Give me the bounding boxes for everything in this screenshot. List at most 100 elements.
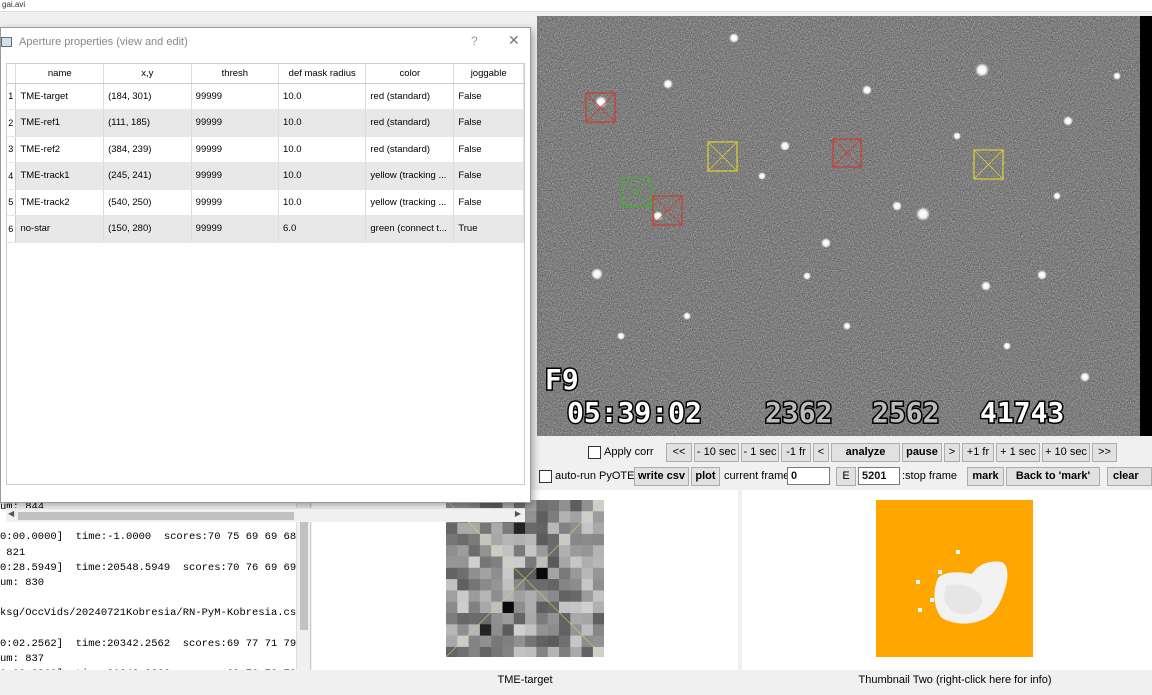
row-index: 2	[7, 109, 17, 137]
cell-color[interactable]: yellow (tracking ...	[365, 189, 455, 216]
overlay-line1: F9	[545, 363, 579, 396]
corner-header	[7, 64, 17, 84]
e-button[interactable]: E	[836, 467, 856, 486]
timestamp-overlay: F9 05:39:02 2362 2562 41743	[544, 362, 1066, 431]
header-def-mask-radius[interactable]: def mask radius	[278, 64, 367, 84]
help-icon[interactable]: ?	[471, 34, 478, 48]
clear-data-button[interactable]: clear da	[1107, 467, 1152, 486]
cell-thresh[interactable]: 99999	[191, 136, 280, 163]
cell-name[interactable]: TME-target	[15, 83, 105, 110]
step-back-button[interactable]: <	[813, 443, 829, 462]
back-10sec-button[interactable]: - 10 sec	[694, 443, 739, 462]
cell-thresh[interactable]: 99999	[191, 189, 280, 216]
table-horizontal-scrollbar[interactable]: ◀ ▶	[6, 508, 525, 522]
thumbnail-two-image	[876, 500, 1033, 657]
cell-radius[interactable]: 10.0	[278, 189, 367, 216]
close-icon[interactable]: ✕	[508, 32, 520, 49]
table-row[interactable]: 5 TME-track2 (540, 250) 99999 10.0 yello…	[7, 189, 524, 216]
forward-10sec-button[interactable]: + 10 sec	[1042, 443, 1090, 462]
cell-name[interactable]: TME-track2	[15, 189, 105, 216]
cell-radius[interactable]: 10.0	[278, 109, 367, 137]
cell-joggable[interactable]: False	[453, 189, 524, 216]
row-index: 6	[7, 215, 17, 243]
cell-thresh[interactable]: 99999	[191, 162, 280, 190]
cell-radius[interactable]: 10.0	[278, 162, 367, 190]
current-frame-input[interactable]: 0	[787, 467, 830, 485]
stop-frame-label: :stop frame	[902, 470, 958, 482]
plot-button[interactable]: plot	[691, 467, 720, 486]
table-row[interactable]: 1 TME-target (184, 301) 99999 10.0 red (…	[7, 83, 524, 110]
overlay-time: 05:39:02	[567, 396, 702, 429]
back-1sec-button[interactable]: - 1 sec	[741, 443, 779, 462]
scroll-left-icon[interactable]: ◀	[8, 509, 14, 518]
table-row[interactable]: 2 TME-ref1 (111, 185) 99999 10.0 red (st…	[7, 109, 524, 137]
mark-button[interactable]: mark	[967, 467, 1004, 486]
pause-button[interactable]: pause	[902, 443, 942, 462]
cell-name[interactable]: TME-track1	[15, 162, 105, 190]
scroll-right-icon[interactable]: ▶	[515, 509, 521, 518]
cell-xy[interactable]: (184, 301)	[103, 83, 192, 110]
cell-joggable[interactable]: False	[453, 162, 524, 190]
video-frame-display[interactable]: F9 05:39:02 2362 2562 41743	[537, 16, 1152, 436]
cell-joggable[interactable]: False	[453, 83, 524, 110]
header-thresh[interactable]: thresh	[191, 64, 280, 84]
back-1frame-button[interactable]: -1 fr	[781, 443, 811, 462]
cell-color[interactable]: green (connect t...	[365, 215, 455, 243]
cell-name[interactable]: TME-ref1	[15, 109, 105, 137]
step-forward-button[interactable]: >	[944, 443, 960, 462]
forward-all-button[interactable]: >>	[1092, 443, 1117, 462]
aperture-properties-dialog[interactable]: Aperture properties (view and edit) ? ✕ …	[0, 27, 531, 522]
cell-radius[interactable]: 6.0	[278, 215, 367, 243]
cell-radius[interactable]: 10.0	[278, 136, 367, 163]
dialog-title: Aperture properties (view and edit)	[19, 36, 188, 48]
dialog-title-bar[interactable]: Aperture properties (view and edit) ? ✕	[1, 28, 530, 56]
cell-xy[interactable]: (111, 185)	[103, 109, 192, 137]
apply-corr-checkbox[interactable]	[588, 446, 601, 459]
cell-joggable[interactable]: False	[453, 136, 524, 163]
cell-thresh[interactable]: 99999	[191, 83, 280, 110]
overlay-field2: 2562	[872, 396, 939, 429]
cell-color[interactable]: red (standard)	[365, 83, 455, 110]
cell-name[interactable]: TME-ref2	[15, 136, 105, 163]
top-strip-text: gai.avi	[2, 0, 26, 9]
row-index: 5	[7, 189, 17, 216]
cell-xy[interactable]: (150, 280)	[103, 215, 192, 243]
forward-1sec-button[interactable]: + 1 sec	[996, 443, 1040, 462]
cell-color[interactable]: red (standard)	[365, 109, 455, 137]
write-csv-button[interactable]: write csv	[634, 467, 689, 486]
back-to-mark-button[interactable]: Back to 'mark'	[1006, 467, 1100, 486]
cell-xy[interactable]: (540, 250)	[103, 189, 192, 216]
table-row[interactable]: 3 TME-ref2 (384, 239) 99999 10.0 red (st…	[7, 136, 524, 163]
overlay-field3: 41743	[980, 396, 1064, 429]
auto-run-pyote-checkbox[interactable]	[539, 470, 552, 483]
header-joggable[interactable]: joggable	[453, 64, 524, 84]
overlay-field1: 2362	[765, 396, 832, 429]
analyze-button[interactable]: analyze	[831, 443, 900, 462]
cell-xy[interactable]: (245, 241)	[103, 162, 192, 190]
stop-frame-input[interactable]: 5201	[858, 467, 900, 485]
rewind-all-button[interactable]: <<	[666, 443, 692, 462]
header-color[interactable]: color	[365, 64, 455, 84]
thumbnail-two-mask	[916, 550, 1008, 624]
forward-1frame-button[interactable]: +1 fr	[962, 443, 994, 462]
cell-thresh[interactable]: 99999	[191, 215, 280, 243]
table-row[interactable]: 6 no-star (150, 280) 99999 6.0 green (co…	[7, 215, 524, 243]
header-name[interactable]: name	[15, 64, 105, 84]
thumbnail-two-caption[interactable]: Thumbnail Two (right-click here for info…	[742, 674, 1152, 686]
cell-radius[interactable]: 10.0	[278, 83, 367, 110]
row-index: 1	[7, 83, 17, 110]
cell-joggable[interactable]: True	[453, 215, 524, 243]
thumbnail-one-caption: TME-target	[497, 674, 553, 686]
cell-joggable[interactable]: False	[453, 109, 524, 137]
video-right-border	[1140, 16, 1152, 436]
cell-color[interactable]: yellow (tracking ...	[365, 162, 455, 190]
cell-name[interactable]: no-star	[15, 215, 105, 243]
cell-xy[interactable]: (384, 239)	[103, 136, 192, 163]
aperture-table[interactable]: name x,y thresh def mask radius color jo…	[6, 63, 525, 485]
cell-thresh[interactable]: 99999	[191, 109, 280, 137]
table-row[interactable]: 4 TME-track1 (245, 241) 99999 10.0 yello…	[7, 162, 524, 190]
table-header-row: name x,y thresh def mask radius color jo…	[7, 64, 524, 84]
thumbnail-one-image	[446, 500, 604, 657]
cell-color[interactable]: red (standard)	[365, 136, 455, 163]
header-xy[interactable]: x,y	[103, 64, 192, 84]
